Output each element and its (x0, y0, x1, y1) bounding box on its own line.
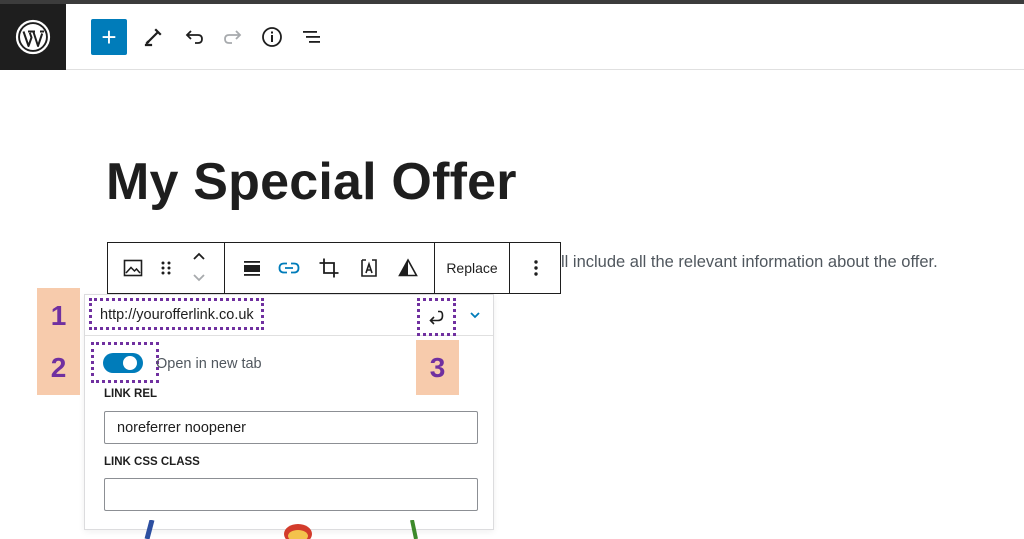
url-callout-highlight (89, 298, 264, 330)
move-down-icon[interactable] (182, 267, 216, 289)
callout-badge-2: 2 (37, 340, 80, 395)
toolbar-separator (224, 243, 225, 293)
callout-badge-3: 3 (416, 340, 459, 395)
top-border (0, 0, 1024, 4)
pencil-icon[interactable] (135, 19, 171, 55)
callout-badge-1: 1 (37, 288, 80, 343)
link-icon[interactable] (272, 251, 306, 285)
open-in-new-tab-label[interactable]: Open in new tab (156, 356, 262, 372)
add-block-button[interactable]: + (91, 19, 127, 55)
link-css-class-input[interactable] (104, 478, 478, 511)
toggle-callout-highlight (91, 342, 159, 383)
undo-icon[interactable] (176, 19, 212, 55)
chevron-down-icon[interactable] (466, 306, 484, 324)
text-overlay-icon[interactable] (352, 251, 386, 285)
image-block-icon[interactable] (116, 251, 150, 285)
header-divider (66, 69, 1024, 70)
wordpress-logo-icon[interactable] (0, 4, 66, 70)
redo-icon[interactable] (215, 19, 251, 55)
move-up-icon[interactable] (182, 245, 216, 267)
page-title[interactable]: My Special Offer (106, 152, 517, 212)
block-toolbar: Replace (107, 242, 561, 294)
submit-callout-highlight (417, 298, 456, 336)
drag-handle-icon[interactable] (149, 251, 183, 285)
link-rel-label: LINK REL (104, 388, 158, 400)
more-options-icon[interactable] (519, 251, 553, 285)
align-icon[interactable] (235, 251, 269, 285)
info-icon[interactable] (254, 19, 290, 55)
replace-button[interactable]: Replace (435, 243, 509, 293)
link-rel-input[interactable] (104, 411, 478, 444)
link-css-class-label: LINK CSS CLASS (104, 456, 200, 468)
list-view-icon[interactable] (294, 19, 330, 55)
image-block-preview (140, 520, 430, 539)
duotone-icon[interactable] (391, 251, 425, 285)
toolbar-separator (509, 243, 510, 293)
crop-icon[interactable] (312, 251, 346, 285)
paragraph-text[interactable]: ll include all the relevant information … (561, 253, 938, 272)
